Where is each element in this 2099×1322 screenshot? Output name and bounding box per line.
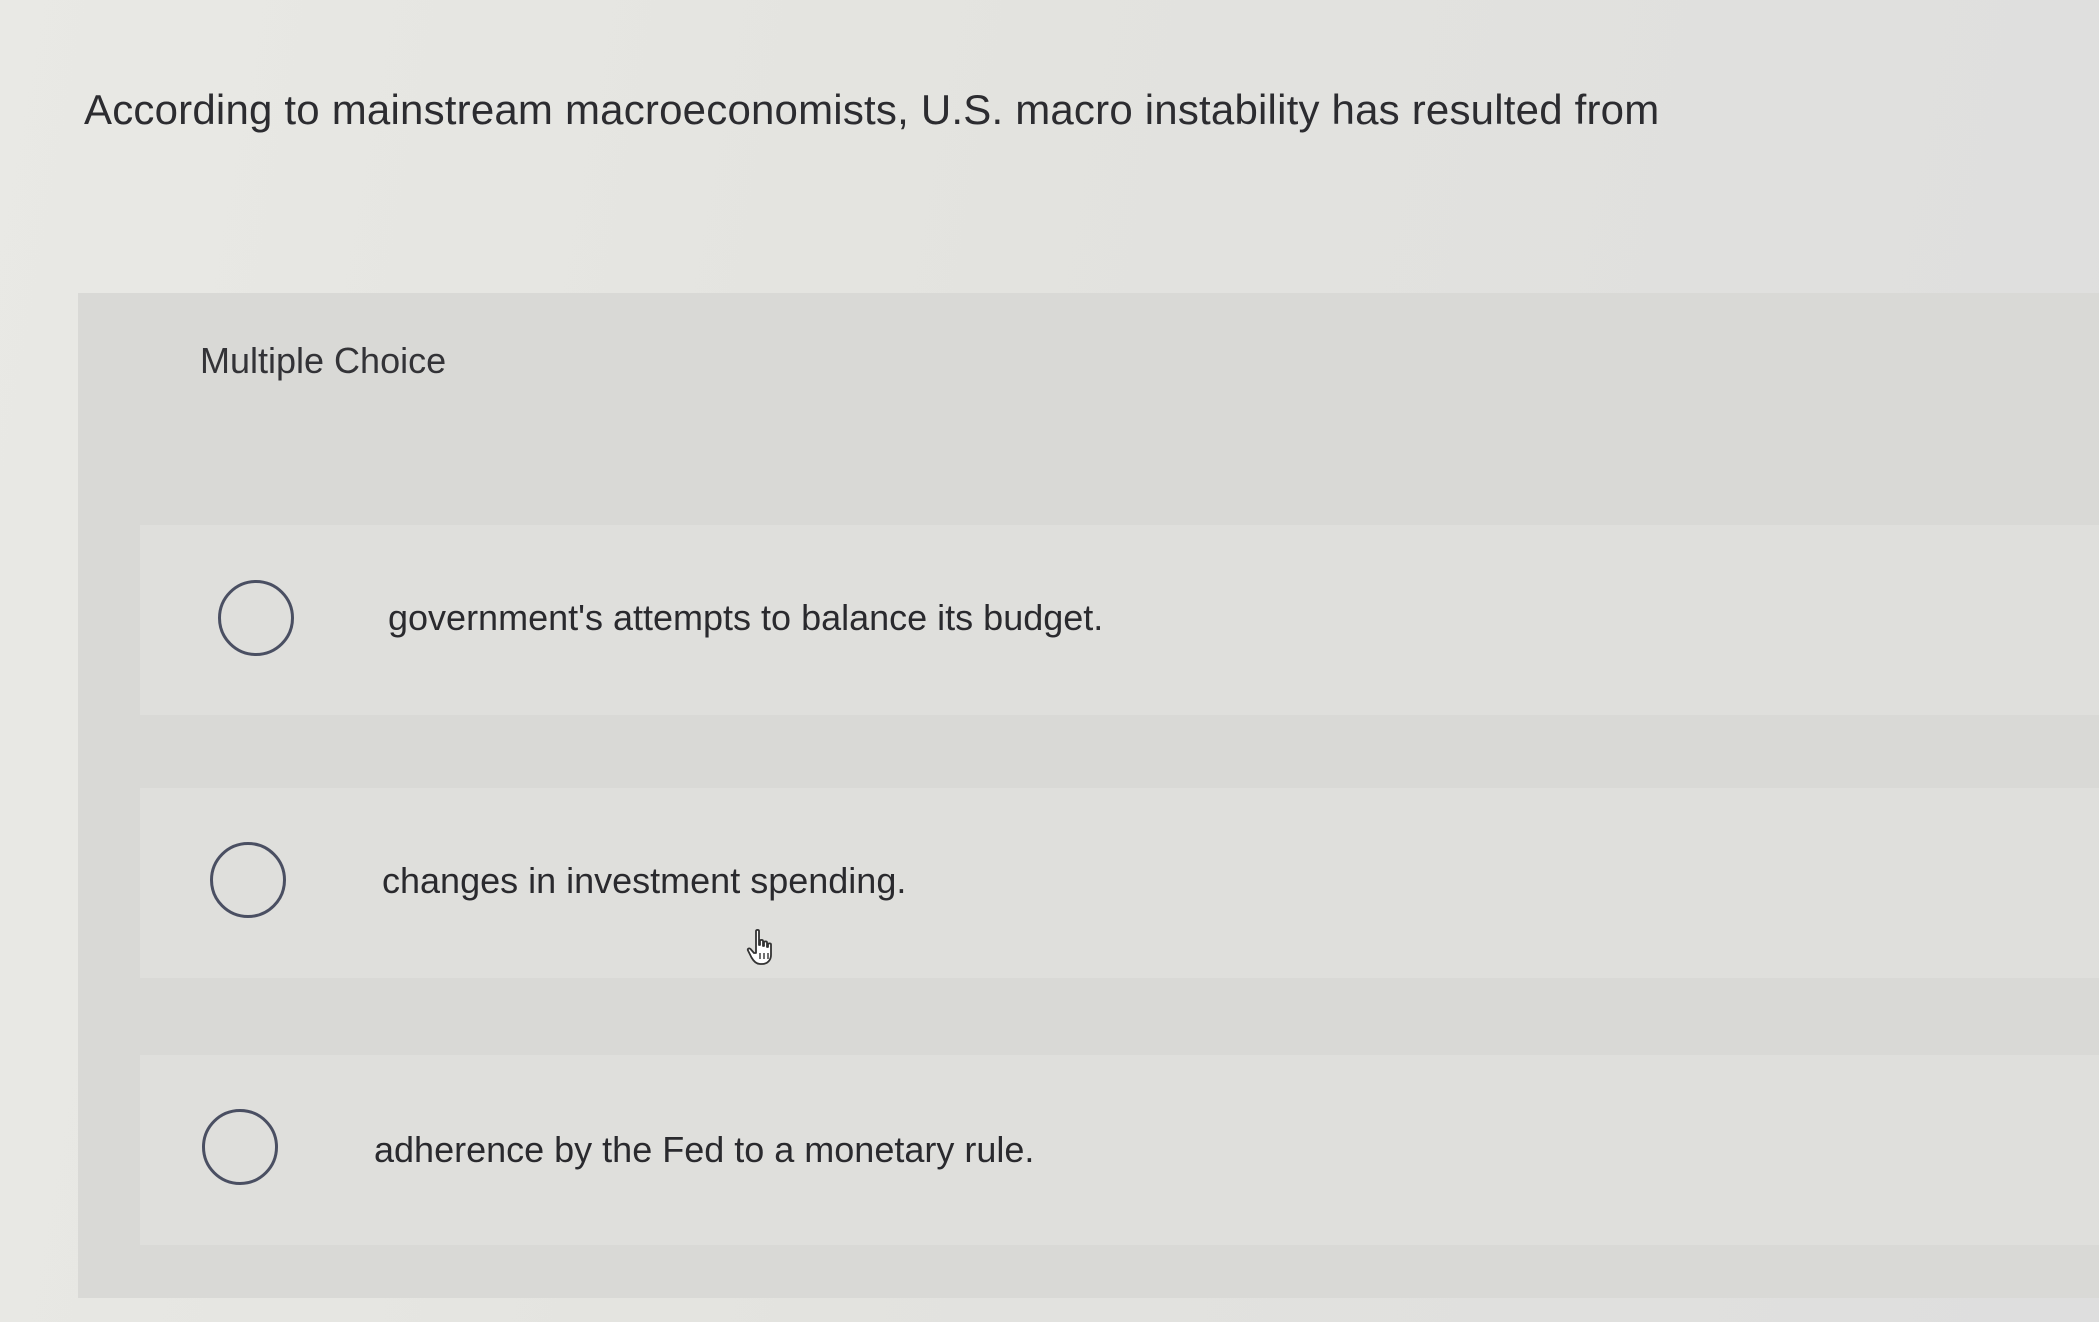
choice-option-3[interactable]: adherence by the Fed to a monetary rule.	[140, 1055, 2099, 1245]
radio-unchecked-icon[interactable]	[218, 580, 294, 656]
choice-list: government's attempts to balance its bud…	[0, 0, 2099, 1322]
choice-option-3-label[interactable]: adherence by the Fed to a monetary rule.	[374, 1129, 1034, 1171]
radio-unchecked-icon[interactable]	[202, 1109, 278, 1185]
hand-pointer-icon	[746, 928, 772, 965]
choice-option-2-label[interactable]: changes in investment spending.	[382, 860, 906, 902]
radio-unchecked-icon[interactable]	[210, 842, 286, 918]
choice-option-1[interactable]: government's attempts to balance its bud…	[140, 525, 2099, 715]
choice-option-2[interactable]: changes in investment spending.	[140, 788, 2099, 978]
page: According to mainstream macroeconomists,…	[0, 0, 2099, 1322]
choice-option-1-label[interactable]: government's attempts to balance its bud…	[388, 597, 1103, 639]
